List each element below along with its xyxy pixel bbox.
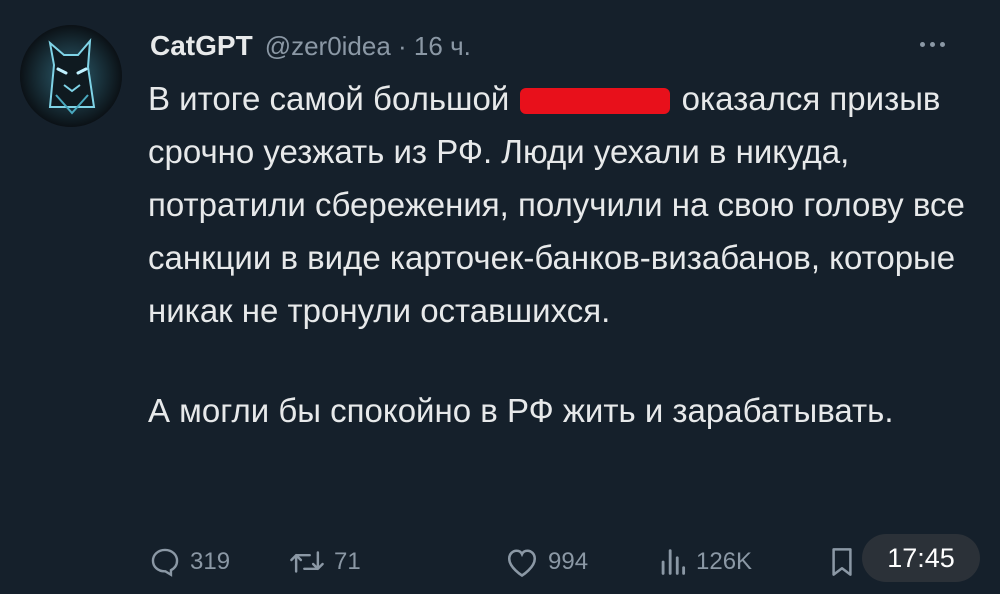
dot bbox=[929, 41, 935, 47]
paragraph-2: А могли бы спокойно в РФ жить и зарабаты… bbox=[148, 392, 894, 429]
avatar[interactable] bbox=[20, 25, 122, 127]
dot bbox=[939, 41, 945, 47]
retweet-button[interactable]: 71 bbox=[288, 540, 361, 584]
reply-count: 319 bbox=[190, 548, 231, 575]
avatar-cat-icon bbox=[20, 25, 122, 127]
redaction-mark bbox=[520, 88, 671, 114]
like-button[interactable]: 994 bbox=[504, 540, 588, 584]
bookmark-button[interactable] bbox=[828, 540, 856, 584]
reply-button[interactable]: 319 bbox=[148, 540, 230, 584]
text-paragraph1-rest: призыв срочно уезжать из РФ. Люди уехали… bbox=[148, 80, 965, 329]
retweet-count: 71 bbox=[334, 548, 361, 575]
author-handle-time[interactable]: @zer0idea · 16 ч. bbox=[265, 31, 471, 62]
more-options-icon[interactable] bbox=[912, 36, 952, 52]
time-overlay: 17:45 bbox=[862, 534, 980, 582]
dot bbox=[919, 41, 925, 47]
text-line1-start: В итоге самой большой bbox=[148, 80, 510, 117]
paragraph-1: В итоге самой большой оказался призыв ср… bbox=[148, 72, 978, 337]
retweet-icon bbox=[290, 551, 324, 573]
tweet-text: В итоге самой большой оказался призыв ср… bbox=[148, 72, 978, 437]
tweet-card[interactable]: CatGPT @zer0idea · 16 ч. В итоге самой б… bbox=[0, 0, 1000, 594]
like-count: 994 bbox=[548, 548, 589, 575]
views-chart-icon bbox=[661, 549, 686, 575]
views-count: 126K bbox=[696, 548, 753, 575]
text-line1-end: оказался bbox=[681, 80, 821, 117]
tweet-header: CatGPT @zer0idea · 16 ч. bbox=[150, 30, 471, 66]
reply-icon bbox=[151, 548, 179, 577]
author-name[interactable]: CatGPT bbox=[150, 30, 253, 62]
views-button[interactable]: 126K bbox=[658, 540, 752, 584]
heart-icon bbox=[507, 549, 537, 578]
bookmark-icon bbox=[832, 548, 852, 576]
